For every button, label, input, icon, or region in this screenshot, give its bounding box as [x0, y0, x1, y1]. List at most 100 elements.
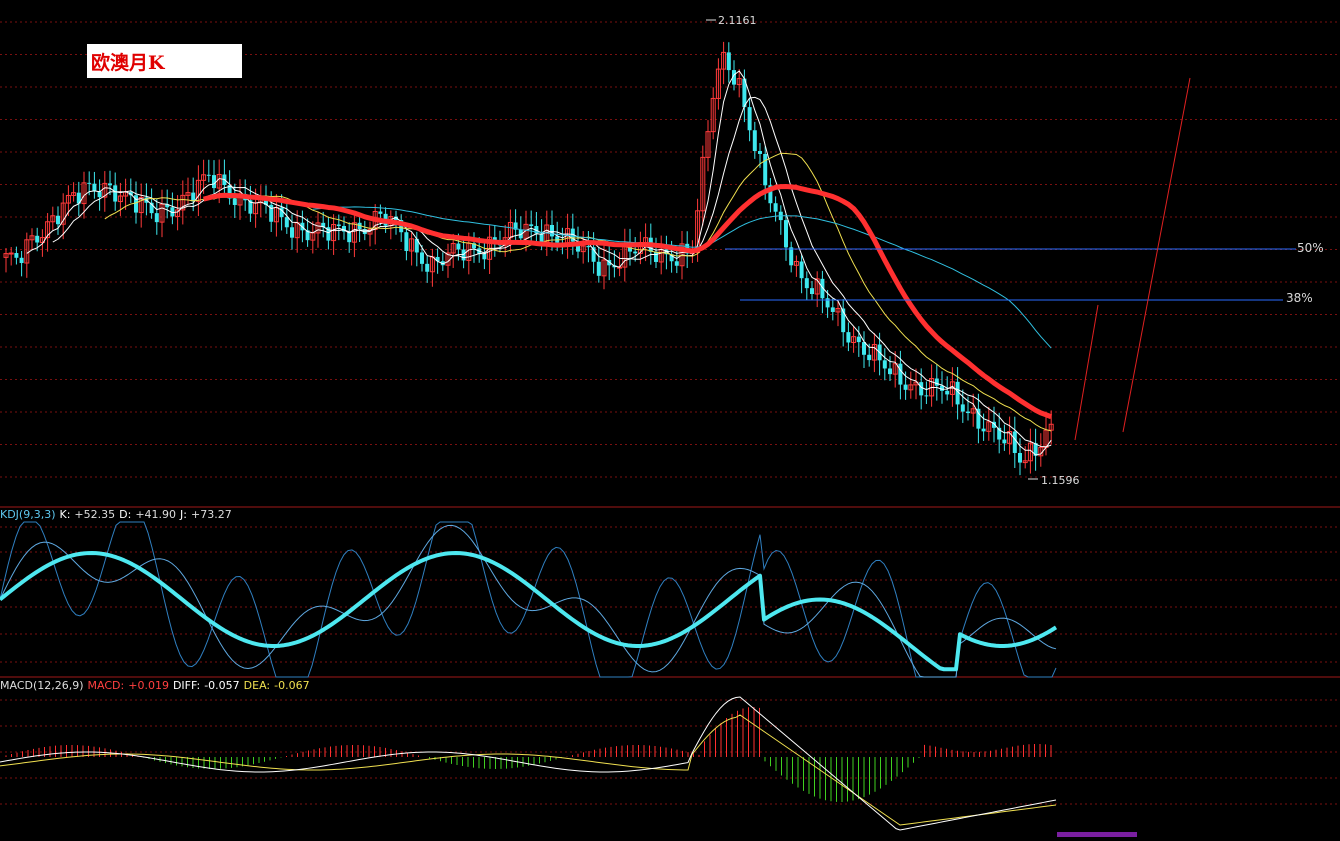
candle-body [8, 252, 14, 255]
candle-body [763, 153, 768, 186]
candle-body [898, 363, 903, 385]
candle-body [596, 261, 601, 276]
candle-body [888, 368, 892, 375]
candle-body [830, 307, 835, 312]
candle-body [290, 227, 294, 238]
candle-body [154, 213, 159, 223]
ma-5-line [26, 70, 1052, 456]
candle-body [97, 191, 102, 198]
candle-body [960, 404, 965, 412]
kdj-k-value: +52.35 [74, 508, 116, 521]
macd-name: MACD(12,26,9) [0, 679, 84, 692]
candle-body [19, 257, 24, 264]
kdj-legend: KDJ(9,3,3) K: +52.35 D: +41.90 J: +73.27 [0, 508, 236, 521]
candle-body [191, 192, 196, 202]
candle-body [586, 246, 591, 248]
chart-title-box: 欧澳月K [87, 44, 242, 78]
macd-diff-line [0, 696, 1057, 831]
candle-body [1018, 452, 1022, 463]
candle-body [804, 278, 809, 289]
scroll-indicator[interactable] [1057, 832, 1137, 837]
low-label: 1.1596 [1041, 474, 1080, 487]
candle-body [981, 428, 986, 432]
ma-10-line [52, 96, 1052, 448]
candle-body [789, 247, 794, 266]
candle-body [1002, 439, 1007, 444]
candle-body [550, 224, 554, 237]
fib-38-label: 38% [1286, 291, 1313, 305]
candle-body [966, 411, 970, 414]
candle-body [35, 235, 40, 243]
candle-body [747, 107, 752, 131]
candle-body [919, 382, 924, 396]
kdj-name: KDJ(9,3,3) [0, 508, 56, 521]
chart-stage: 50% 38% 2.1161 1.1596 欧澳月K KDJ(9,3,3) K: +52… [0, 0, 1340, 837]
candle-body [206, 174, 211, 176]
chart-title: 欧澳月K [91, 52, 165, 74]
candle-body [810, 288, 814, 294]
candle-body [654, 251, 658, 262]
candle-body [284, 217, 289, 228]
candle-body [113, 185, 118, 202]
fib-layer: 50% 38% [725, 77, 1324, 441]
macd-layer [0, 696, 1057, 831]
candle-body [903, 384, 908, 390]
candle-body [425, 263, 430, 272]
candle-body [784, 220, 788, 248]
macd-macd-value: +0.019 [128, 679, 169, 692]
candle-body [14, 253, 19, 258]
candle-layer [3, 41, 1054, 476]
candle-body [752, 130, 757, 152]
candle-body [378, 211, 383, 214]
kdj-j-line [0, 521, 1057, 678]
macd-dea-value: -0.067 [274, 679, 310, 692]
candle-body [87, 182, 92, 184]
ma-layer [26, 70, 1053, 456]
candle-body [461, 249, 466, 261]
kdj-d-label: D: [119, 508, 132, 521]
candle-body [212, 175, 216, 189]
kdj-k-label: K: [59, 508, 71, 521]
candle-body [92, 183, 97, 192]
macd-diff-value: -0.057 [204, 679, 240, 692]
candle-body [945, 390, 950, 395]
candle-body [862, 342, 866, 355]
candle-body [924, 395, 929, 397]
macd-diff-label: DIFF: [172, 679, 201, 692]
kdj-j-value: +73.27 [191, 508, 232, 521]
candle-body [482, 253, 487, 260]
candle-body [420, 252, 424, 264]
candle-body [633, 251, 638, 254]
projection-line [1074, 304, 1099, 441]
fib-50-label: 50% [1297, 241, 1324, 255]
high-label: 2.1161 [718, 14, 757, 27]
candle-body [56, 215, 60, 225]
kdj-d-value: +41.90 [135, 508, 177, 521]
candle-body [232, 198, 237, 205]
candle-body [1012, 431, 1017, 453]
candle-body [674, 261, 679, 266]
macd-macd-label: MACD: [87, 679, 125, 692]
candle-body [404, 232, 409, 251]
candle-body [882, 360, 887, 369]
candle-body [773, 203, 778, 212]
macd-dea-label: DEA: [243, 679, 271, 692]
candle-body [726, 52, 731, 71]
kdj-d-line [0, 551, 1058, 672]
candle-body [934, 378, 939, 386]
macd-legend: MACD(12,26,9) MACD: +0.019 DIFF: -0.057 DEA: -… [0, 679, 314, 692]
projection-line [1122, 77, 1191, 433]
candle-body [846, 332, 851, 343]
candle-body [867, 354, 872, 361]
candle-body [529, 224, 534, 227]
kdj-j-label: J: [180, 508, 187, 521]
macd-dea-line [0, 714, 1057, 826]
ma-30-thick-line [202, 183, 1053, 420]
candle-body [758, 151, 762, 154]
candle-body [456, 243, 461, 250]
candle-body [799, 261, 804, 279]
candle-body [856, 336, 861, 343]
candle-body [336, 224, 341, 227]
label-layer: 2.1161 1.1596 [706, 14, 1080, 487]
chart-svg: 50% 38% 2.1161 1.1596 [0, 14, 1340, 831]
